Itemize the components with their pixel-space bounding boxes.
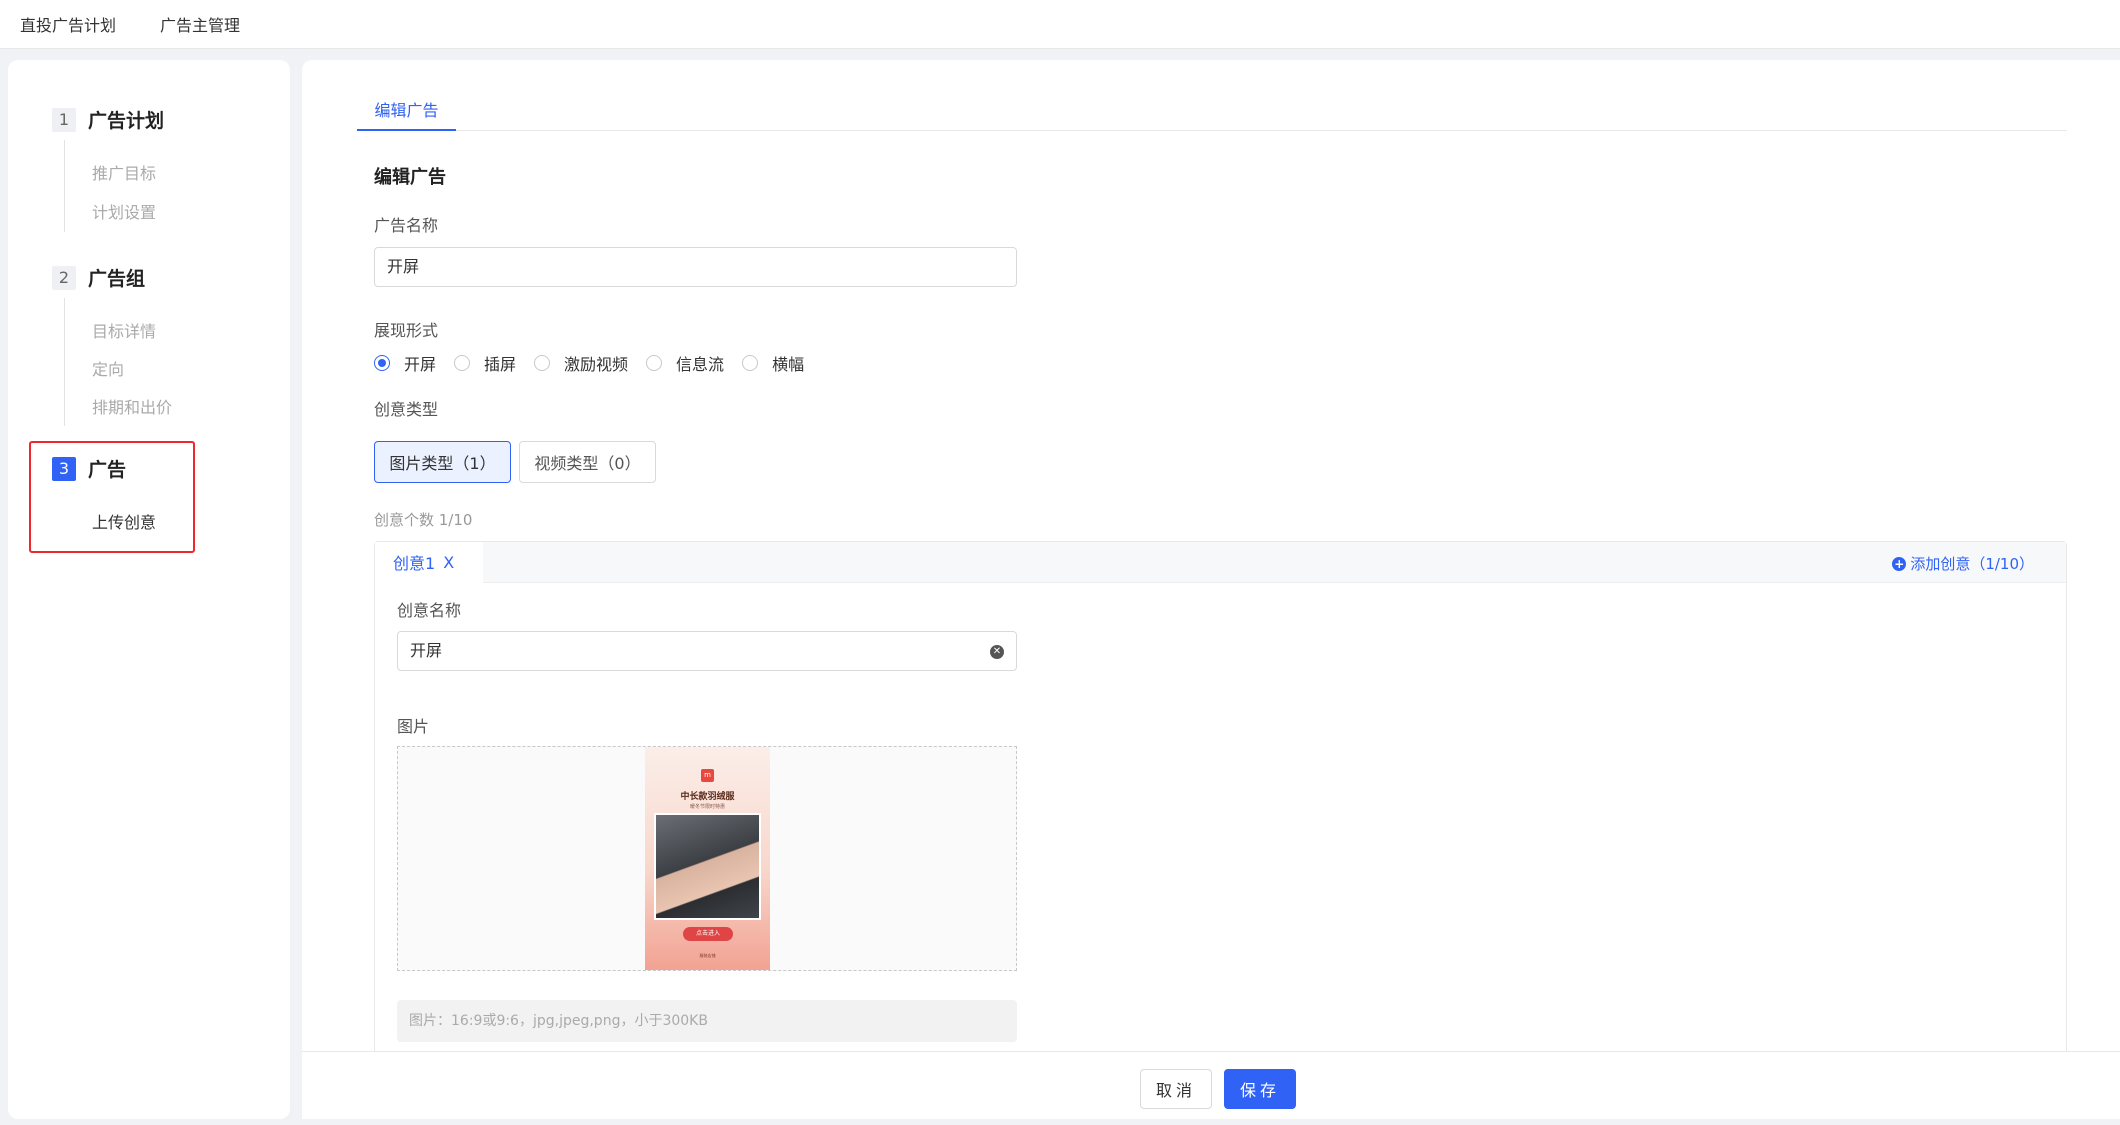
- thumb-subtitle: 暖冬节限时特惠: [689, 804, 725, 810]
- radio-unchecked-icon: [454, 355, 471, 371]
- ad-name-input[interactable]: 开屏: [374, 247, 1017, 287]
- add-creative-label: 添加创意（1/10）: [1910, 555, 2034, 573]
- substep-schedule-bid[interactable]: 排期和出价: [92, 394, 172, 418]
- radio-feed[interactable]: 信息流: [646, 351, 724, 375]
- main-panel: 编辑广告 编辑广告 广告名称 开屏 展现形式 开屏 插屏 激励视频 信息流 横幅…: [302, 60, 2120, 1119]
- creative-type-image-button[interactable]: 图片类型（1）: [374, 441, 511, 483]
- step-number: 1: [52, 107, 76, 132]
- radio-unchecked-icon: [534, 355, 551, 371]
- display-format-radio-group: 开屏 插屏 激励视频 信息流 横幅: [374, 351, 822, 375]
- cancel-button[interactable]: 取消: [1140, 1069, 1212, 1109]
- thumb-cta: 点击进入: [683, 927, 733, 941]
- current-step-highlight: [29, 441, 195, 553]
- thumb-title: 中长款羽绒服: [680, 792, 735, 802]
- ad-creative-thumbnail: m 中长款羽绒服 暖冬节限时特惠 点击进入 服装店铺: [645, 747, 770, 970]
- radio-banner[interactable]: 横幅: [742, 351, 804, 375]
- creative-card-header: 创意1 X + 添加创意（1/10）: [375, 542, 2066, 583]
- step-ad-plan[interactable]: 1 广告计划: [52, 106, 164, 133]
- tab-bar: 编辑广告: [357, 98, 2067, 131]
- section-title: 编辑广告: [374, 167, 446, 188]
- radio-rewarded-video[interactable]: 激励视频: [534, 351, 628, 375]
- creative-name-label: 创意名称: [397, 601, 462, 620]
- substep-target-details[interactable]: 目标详情: [92, 318, 156, 342]
- brand-logo: m: [701, 769, 714, 782]
- add-creative-button[interactable]: + 添加创意（1/10）: [1892, 553, 2034, 574]
- image-hint: 图片：16:9或9:6，jpg,jpeg,png，小于300KB: [397, 1000, 1017, 1042]
- footer-bar: 取消 保存: [302, 1051, 2120, 1119]
- product-photo: [654, 813, 761, 920]
- step-ad-group[interactable]: 2 广告组: [52, 264, 145, 291]
- step-title: 广告组: [88, 268, 146, 290]
- nav-advertiser-management[interactable]: 广告主管理: [160, 12, 240, 36]
- save-button[interactable]: 保存: [1224, 1069, 1296, 1109]
- creative-count: 创意个数 1/10: [374, 511, 473, 529]
- substep-promotion-goal[interactable]: 推广目标: [92, 160, 156, 184]
- step-connector: [64, 140, 65, 232]
- radio-unchecked-icon: [742, 355, 759, 371]
- image-upload-area[interactable]: m 中长款羽绒服 暖冬节限时特惠 点击进入 服装店铺: [397, 746, 1017, 971]
- creative-name-value: 开屏: [410, 641, 443, 660]
- plus-circle-icon: +: [1892, 556, 1907, 571]
- creative-type-video-button[interactable]: 视频类型（0）: [519, 441, 656, 483]
- creative-type-label: 创意类型: [374, 400, 439, 419]
- step-title: 广告计划: [88, 110, 165, 132]
- step-sidebar: 1 广告计划 推广目标 计划设置 2 广告组 目标详情 定向 排期和出价 3 广…: [8, 60, 290, 1119]
- substep-targeting[interactable]: 定向: [92, 356, 124, 380]
- nav-direct-ad-plan[interactable]: 直投广告计划: [20, 12, 116, 36]
- clear-icon[interactable]: ✕: [990, 645, 1004, 659]
- thumb-footer: 服装店铺: [699, 953, 716, 958]
- creative-tab-label: 创意1: [393, 554, 436, 573]
- radio-splash[interactable]: 开屏: [374, 351, 436, 375]
- radio-unchecked-icon: [646, 355, 663, 371]
- substep-plan-settings[interactable]: 计划设置: [92, 199, 156, 223]
- step-number: 2: [52, 265, 76, 290]
- display-format-label: 展现形式: [374, 321, 439, 340]
- close-icon[interactable]: X: [443, 553, 454, 572]
- ad-name-label: 广告名称: [374, 216, 439, 235]
- radio-interstitial[interactable]: 插屏: [454, 351, 516, 375]
- image-label: 图片: [397, 717, 430, 736]
- step-connector: [64, 298, 65, 426]
- top-nav: 直投广告计划 广告主管理: [0, 0, 2120, 49]
- creative-name-input[interactable]: 开屏 ✕: [397, 631, 1017, 671]
- tab-edit-ad[interactable]: 编辑广告: [357, 98, 456, 131]
- creative-tab[interactable]: 创意1 X: [375, 542, 483, 583]
- radio-checked-icon: [374, 355, 390, 371]
